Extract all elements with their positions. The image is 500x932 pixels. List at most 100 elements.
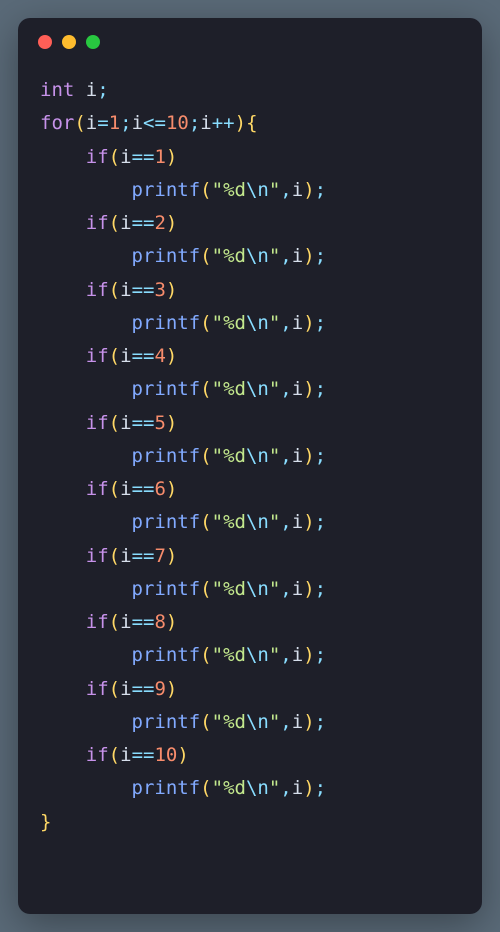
keyword: if — [86, 744, 109, 766]
paren-close: ) — [303, 777, 314, 799]
identifier: i — [86, 79, 97, 101]
string-body: %d — [223, 777, 246, 799]
paren-open: ( — [109, 345, 120, 367]
function-name: printf — [132, 378, 201, 400]
keyword: if — [86, 345, 109, 367]
comma: , — [280, 245, 291, 267]
identifier: i — [86, 112, 97, 134]
paren-close: ) — [303, 445, 314, 467]
escape-sequence: \n — [246, 179, 269, 201]
function-name: printf — [132, 644, 201, 666]
number: 7 — [154, 545, 165, 567]
number: 6 — [154, 478, 165, 500]
paren-close: ) — [303, 644, 314, 666]
number: 8 — [154, 611, 165, 633]
string-quote: " — [212, 445, 223, 467]
identifier: i — [120, 545, 131, 567]
identifier: i — [120, 212, 131, 234]
paren-open: ( — [200, 644, 211, 666]
comma: , — [280, 511, 291, 533]
paren-open: ( — [109, 744, 120, 766]
operator: == — [132, 279, 155, 301]
escape-sequence: \n — [246, 777, 269, 799]
paren-close: ) — [303, 711, 314, 733]
code-window: int i; for(i=1;i<=10;i++){ if(i==1) prin… — [18, 18, 482, 914]
minimize-icon[interactable] — [62, 35, 76, 49]
paren-open: ( — [109, 279, 120, 301]
identifier: i — [120, 678, 131, 700]
identifier: i — [120, 345, 131, 367]
identifier: i — [292, 312, 303, 334]
escape-sequence: \n — [246, 245, 269, 267]
operator: == — [132, 345, 155, 367]
string-quote: " — [212, 777, 223, 799]
string-quote: " — [269, 511, 280, 533]
semicolon: ; — [97, 79, 108, 101]
function-name: printf — [132, 777, 201, 799]
paren-close: ) — [166, 146, 177, 168]
paren-open: ( — [109, 478, 120, 500]
function-name: printf — [132, 179, 201, 201]
paren-close: ) — [235, 112, 246, 134]
string-body: %d — [223, 378, 246, 400]
identifier: i — [120, 146, 131, 168]
identifier: i — [292, 245, 303, 267]
paren-open: ( — [200, 511, 211, 533]
string-body: %d — [223, 644, 246, 666]
identifier: i — [120, 611, 131, 633]
paren-close: ) — [303, 245, 314, 267]
string-body: %d — [223, 711, 246, 733]
close-icon[interactable] — [38, 35, 52, 49]
semicolon: ; — [189, 112, 200, 134]
operator: = — [97, 112, 108, 134]
number: 5 — [154, 412, 165, 434]
paren-open: ( — [109, 545, 120, 567]
semicolon: ; — [315, 644, 326, 666]
identifier: i — [292, 445, 303, 467]
paren-open: ( — [200, 245, 211, 267]
escape-sequence: \n — [246, 711, 269, 733]
keyword: if — [86, 611, 109, 633]
identifier: i — [292, 378, 303, 400]
string-quote: " — [212, 578, 223, 600]
comma: , — [280, 378, 291, 400]
paren-close: ) — [166, 611, 177, 633]
string-quote: " — [269, 312, 280, 334]
semicolon: ; — [315, 711, 326, 733]
maximize-icon[interactable] — [86, 35, 100, 49]
paren-open: ( — [200, 378, 211, 400]
keyword: if — [86, 478, 109, 500]
identifier: i — [292, 711, 303, 733]
paren-close: ) — [303, 378, 314, 400]
function-name: printf — [132, 511, 201, 533]
identifier: i — [292, 179, 303, 201]
string-quote: " — [212, 644, 223, 666]
identifier: i — [120, 279, 131, 301]
keyword: if — [86, 678, 109, 700]
string-quote: " — [269, 711, 280, 733]
code-editor: int i; for(i=1;i<=10;i++){ if(i==1) prin… — [18, 66, 482, 914]
escape-sequence: \n — [246, 511, 269, 533]
string-quote: " — [269, 179, 280, 201]
semicolon: ; — [315, 179, 326, 201]
semicolon: ; — [315, 312, 326, 334]
semicolon: ; — [315, 378, 326, 400]
string-body: %d — [223, 578, 246, 600]
number: 1 — [154, 146, 165, 168]
function-name: printf — [132, 312, 201, 334]
number: 10 — [166, 112, 189, 134]
comma: , — [280, 644, 291, 666]
identifier: i — [120, 478, 131, 500]
keyword: if — [86, 212, 109, 234]
string-quote: " — [212, 245, 223, 267]
number: 10 — [154, 744, 177, 766]
identifier: i — [292, 511, 303, 533]
number: 9 — [154, 678, 165, 700]
function-name: printf — [132, 445, 201, 467]
identifier: i — [292, 777, 303, 799]
operator: == — [132, 478, 155, 500]
paren-open: ( — [200, 578, 211, 600]
string-body: %d — [223, 179, 246, 201]
operator: == — [132, 545, 155, 567]
window-titlebar — [18, 18, 482, 66]
